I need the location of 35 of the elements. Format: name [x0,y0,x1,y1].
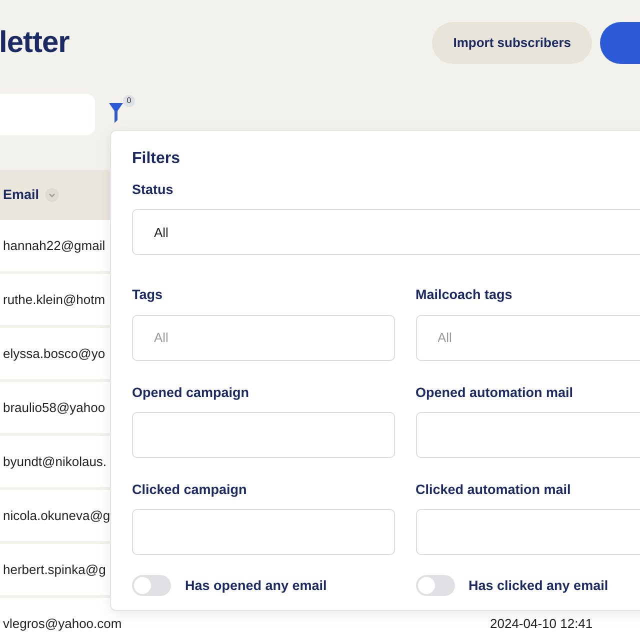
toggle-switch[interactable] [416,575,454,596]
panel-title: Filters [132,149,182,168]
email-cell-text: byundt@nikolaus. [3,452,107,471]
toggle-label: Has opened any email [185,576,327,595]
email-cell-text: ruthe.klein@hotm [3,290,106,309]
email-cell-text: nicola.okuneva@g [3,506,110,525]
email-cell-text: hannah22@gmail [3,236,106,255]
input-field[interactable] [132,412,394,458]
field-label: Opened automation mail [416,384,574,402]
input-field[interactable]: All [416,314,640,361]
field-label: Opened campaign [132,384,250,402]
field-label: Tags [132,286,164,304]
email-cell-text: herbert.spinka@g [3,560,106,579]
email-cell-text: braulio58@yahoo [3,398,106,417]
sort-icon[interactable] [45,188,60,202]
filter-icon[interactable] [109,102,123,123]
column-header[interactable]: Email [3,184,40,206]
status-select[interactable]: All [132,209,640,256]
page-title: letter [0,25,70,61]
import-button[interactable]: Import subscribers [432,22,592,64]
field-label: Status [132,181,174,200]
primary-button[interactable] [600,22,640,64]
toggle-label: Has clicked any email [468,576,608,595]
field-label: Clicked automation mail [416,480,572,499]
filter-count: 0 [123,95,135,107]
input-field[interactable] [416,412,640,458]
field-label: Mailcoach tags [416,286,514,304]
date-cell-text: 2024-04-10 12:41 [490,614,593,633]
input-field[interactable]: All [132,314,394,361]
field-label: Clicked campaign [132,480,248,499]
email-cell-text: elyssa.bosco@yo [3,344,106,363]
toggle-switch[interactable] [132,575,171,596]
input-field[interactable] [416,509,640,556]
input-field[interactable] [132,509,394,556]
email-cell-text: vlegros@yahoo.com [3,614,122,633]
